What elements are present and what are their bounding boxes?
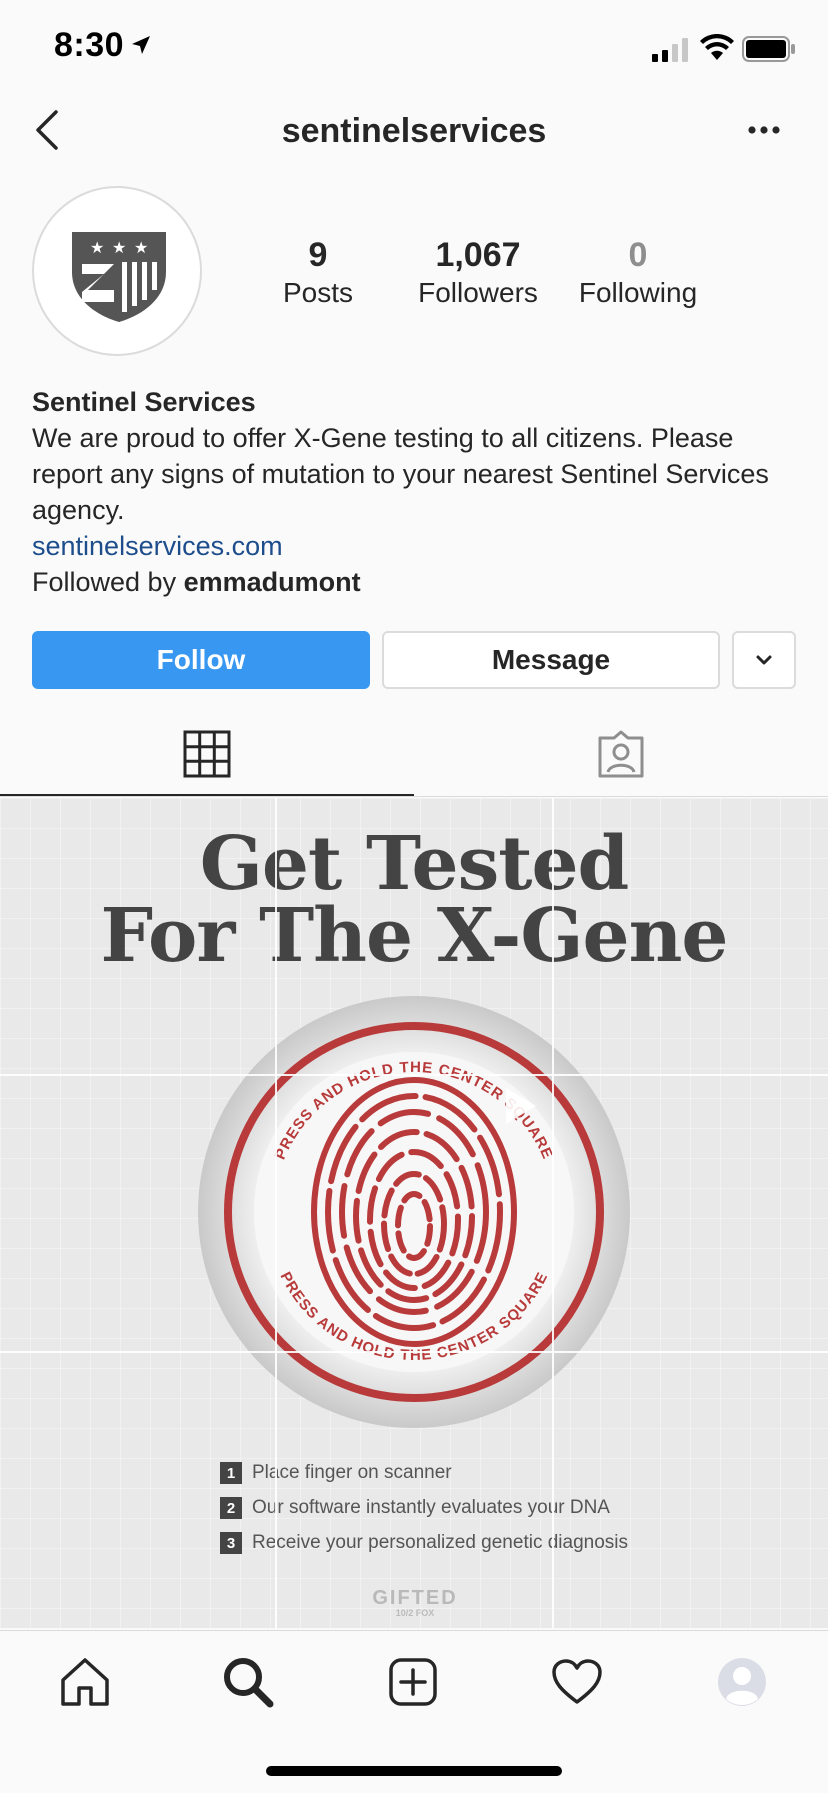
- followed-by-line[interactable]: Followed by emmadumont: [32, 564, 802, 600]
- profile-display-name: Sentinel Services: [32, 387, 256, 417]
- following-count-value: 0: [628, 236, 648, 274]
- svg-text:★: ★: [112, 238, 126, 257]
- following-count[interactable]: 0 Following: [558, 236, 718, 312]
- gifted-logo-text: GIFTED: [372, 1587, 458, 1609]
- bio-text: We are proud to offer X-Gene testing to …: [32, 423, 769, 525]
- profile-avatar[interactable]: ★ ★ ★: [32, 186, 202, 356]
- post-title: Get Tested For The X-Gene: [0, 821, 828, 979]
- step-text: Place finger on scanner: [252, 1462, 452, 1483]
- heart-icon: [552, 1659, 602, 1704]
- svg-text:★: ★: [134, 238, 148, 257]
- fingerprint-scanner-graphic: PRESS AND HOLD THE CENTER SQUARE PRESS A…: [198, 996, 630, 1428]
- posts-count-value: 9: [308, 236, 328, 274]
- location-arrow-icon: [132, 36, 150, 54]
- add-post-icon: [389, 1658, 437, 1706]
- status-time: 8:30: [54, 26, 125, 64]
- tab-grid[interactable]: [0, 712, 414, 796]
- grid-divider: [275, 798, 277, 1628]
- video-play-icon: [506, 1088, 536, 1124]
- home-indicator: [266, 1766, 562, 1776]
- grid-divider: [0, 1351, 828, 1353]
- followers-count-label: Followers: [418, 277, 538, 308]
- chevron-down-icon: [756, 655, 772, 665]
- more-options-button[interactable]: [746, 120, 786, 140]
- wifi-icon: [700, 34, 734, 60]
- activity-tab[interactable]: [545, 1650, 609, 1714]
- followers-count[interactable]: 1,067 Followers: [398, 236, 558, 312]
- tab-divider: [0, 796, 828, 797]
- followed-by-username[interactable]: emmadumont: [184, 567, 361, 597]
- step-text: Our software instantly evaluates your DN…: [252, 1497, 610, 1518]
- profile-bio: Sentinel Services We are proud to offer …: [32, 384, 802, 600]
- followed-by-prefix: Followed by: [32, 567, 184, 597]
- home-icon: [61, 1658, 109, 1706]
- cellular-signal-icon: [652, 38, 688, 62]
- gifted-logo: GIFTED 10/2 FOX: [372, 1588, 458, 1618]
- new-post-tab[interactable]: [381, 1650, 445, 1714]
- following-count-label: Following: [578, 277, 698, 308]
- follow-button[interactable]: Follow: [32, 631, 370, 689]
- grid-icon: [183, 730, 231, 778]
- search-tab[interactable]: [216, 1650, 280, 1714]
- more-horizontal-icon: [748, 126, 780, 134]
- home-tab[interactable]: [53, 1650, 117, 1714]
- post-step-3: 3 Receive your personalized genetic diag…: [220, 1532, 628, 1554]
- bio-website-link[interactable]: sentinelservices.com: [32, 528, 802, 564]
- svg-text:★: ★: [90, 238, 104, 257]
- followers-count-value: 1,067: [435, 236, 521, 274]
- post-title-line1: Get Tested: [199, 821, 630, 907]
- profile-avatar-icon: [718, 1658, 766, 1706]
- post-thumbnail[interactable]: Get Tested For The X-Gene PRESS AND HOLD…: [0, 798, 828, 1628]
- step-number: 1: [220, 1462, 242, 1484]
- search-icon: [224, 1658, 274, 1708]
- tab-tagged[interactable]: [414, 712, 828, 796]
- step-number: 2: [220, 1497, 242, 1519]
- post-step-1: 1 Place finger on scanner: [220, 1462, 452, 1484]
- step-text: Receive your personalized genetic diagno…: [252, 1532, 629, 1553]
- profile-tab[interactable]: [710, 1650, 774, 1714]
- sentinel-shield-logo-icon: ★ ★ ★: [72, 232, 166, 322]
- battery-icon: [742, 36, 795, 62]
- gifted-logo-subtext: 10/2 FOX: [395, 1608, 435, 1618]
- suggested-accounts-button[interactable]: [732, 631, 796, 689]
- grid-divider: [0, 1074, 828, 1076]
- message-button[interactable]: Message: [382, 631, 720, 689]
- tagged-person-icon: [598, 730, 644, 778]
- grid-divider: [552, 798, 554, 1628]
- posts-count-label: Posts: [282, 277, 354, 308]
- posts-count: 9 Posts: [238, 236, 398, 312]
- step-number: 3: [220, 1532, 242, 1554]
- profile-username-title: sentinelservices: [281, 112, 547, 150]
- post-title-line2: For The X-Gene: [100, 893, 729, 979]
